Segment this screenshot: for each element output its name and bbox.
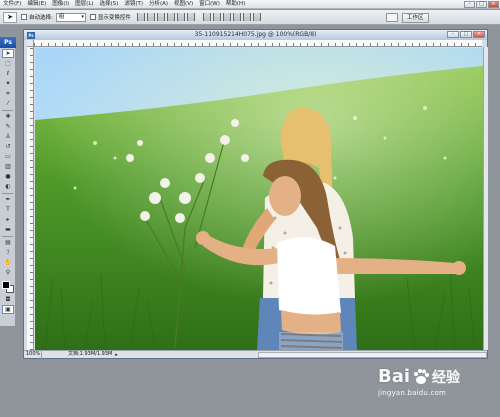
status-menu-arrow-icon[interactable]: ▸	[115, 352, 118, 358]
shape-tool-icon[interactable]: ▬	[2, 225, 14, 234]
align-left-icon[interactable]	[166, 13, 175, 21]
vertical-ruler[interactable]	[27, 47, 34, 350]
distribute-bottom-icon[interactable]	[222, 13, 231, 21]
document-window: Ps 35-110915214H075.jpg @ 100%(RGB/8) – …	[23, 29, 488, 359]
align-right-icon[interactable]	[186, 13, 195, 21]
path-select-tool-icon[interactable]: ▸	[2, 215, 14, 224]
menu-window[interactable]: 窗口(W)	[196, 0, 223, 9]
menu-filter[interactable]: 滤镜(T)	[121, 0, 146, 9]
baidu-paw-icon	[414, 368, 430, 384]
history-brush-tool-icon[interactable]: ↺	[2, 142, 14, 151]
distribute-right-icon[interactable]	[252, 13, 261, 21]
dodge-tool-icon[interactable]: ◐	[2, 182, 14, 191]
horizontal-ruler[interactable]	[34, 40, 482, 47]
hand-tool-icon[interactable]: ✋	[2, 258, 14, 267]
baidu-logo: Bai 经验	[378, 366, 483, 387]
distribute-hcenter-icon[interactable]	[242, 13, 251, 21]
document-size: 文档:1.93M/1.93M	[68, 350, 113, 357]
photo-mother-daughter-in-field	[35, 48, 483, 350]
zoom-tool-icon[interactable]: ⚲	[2, 268, 14, 277]
crop-tool-icon[interactable]: ⌗	[2, 89, 14, 98]
baidu-logo-text2: 经验	[432, 369, 461, 386]
ruler-corner[interactable]	[27, 40, 34, 47]
status-bar: 100% 文档:1.93M/1.93M ▸	[24, 350, 487, 359]
align-top-icon[interactable]	[136, 13, 145, 21]
menu-bar: 文件(F) 编辑(E) 图像(I) 图层(L) 选择(S) 滤镜(T) 分析(A…	[0, 0, 500, 9]
notes-tool-icon[interactable]: ▤	[2, 238, 14, 247]
quick-mask-icon[interactable]: ◘	[2, 295, 14, 304]
eyedropper-tool-icon[interactable]: ℐ	[2, 248, 14, 257]
panel-toggle-icon[interactable]	[386, 13, 398, 22]
stamp-tool-icon[interactable]: ♙	[2, 132, 14, 141]
brush-tool-icon[interactable]: ✎	[2, 122, 14, 131]
align-hcenter-icon[interactable]	[176, 13, 185, 21]
show-transform-checkbox[interactable]	[89, 14, 96, 20]
toolbox: Ps ➤ ⬚ ℓ ✦ ⌗ ⁄ ✚ ✎ ♙ ↺ ▭ ▥ ● ◐ ✒ T ▸ ▬ ▤…	[0, 36, 16, 326]
workspace-button[interactable]: 工作区	[402, 12, 429, 23]
auto-select-dropdown[interactable]: 组	[55, 12, 86, 22]
move-tool-preset-icon[interactable]: ➤	[3, 11, 17, 23]
document-title: 35-110915214H075.jpg @ 100%(RGB/8)	[194, 31, 317, 38]
type-tool-icon[interactable]: T	[2, 205, 14, 214]
menu-layer[interactable]: 图层(L)	[72, 0, 96, 9]
menu-analysis[interactable]: 分析(A)	[146, 0, 171, 9]
color-swatches[interactable]	[1, 280, 15, 294]
baidu-logo-text: Bai	[378, 366, 411, 387]
distribute-left-icon[interactable]	[232, 13, 241, 21]
screen-mode-icon[interactable]: ▣	[2, 305, 14, 314]
app-maximize-button[interactable]: □	[476, 0, 487, 8]
menu-select[interactable]: 选择(S)	[97, 0, 122, 9]
app-minimize-button[interactable]: –	[464, 0, 475, 8]
doc-minimize-button[interactable]: –	[447, 31, 459, 38]
workspace-area: 工作区	[386, 12, 429, 23]
menu-help[interactable]: 帮助(H)	[223, 0, 248, 9]
menu-image[interactable]: 图像(I)	[49, 0, 72, 9]
align-vcenter-icon[interactable]	[146, 13, 155, 21]
healing-tool-icon[interactable]: ✚	[2, 112, 14, 121]
eraser-tool-icon[interactable]: ▭	[2, 152, 14, 161]
menu-edit[interactable]: 编辑(E)	[24, 0, 49, 9]
distribute-vcenter-icon[interactable]	[212, 13, 221, 21]
magic-wand-tool-icon[interactable]: ✦	[2, 79, 14, 88]
move-tool-icon[interactable]: ➤	[2, 49, 14, 58]
baidu-watermark: Bai 经验 jingyan.baidu.com	[378, 366, 483, 411]
distribute-top-icon[interactable]	[202, 13, 211, 21]
gradient-tool-icon[interactable]: ▥	[2, 162, 14, 171]
zoom-level[interactable]: 100%	[24, 350, 42, 359]
show-transform-label: 显示变换控件	[97, 15, 131, 21]
align-icons-group	[136, 13, 263, 21]
pen-tool-icon[interactable]: ✒	[2, 195, 14, 204]
horizontal-scrollbar[interactable]	[257, 351, 487, 358]
document-titlebar[interactable]: Ps 35-110915214H075.jpg @ 100%(RGB/8) – …	[24, 30, 487, 40]
slice-tool-icon[interactable]: ⁄	[2, 99, 14, 108]
vertical-scrollbar[interactable]	[483, 47, 488, 350]
blur-tool-icon[interactable]: ●	[2, 172, 14, 181]
menu-file[interactable]: 文件(F)	[0, 0, 24, 9]
align-bottom-icon[interactable]	[156, 13, 165, 21]
foreground-color-swatch[interactable]	[2, 281, 10, 289]
doc-close-button[interactable]: ×	[473, 31, 485, 38]
auto-select-label: 自动选择:	[29, 15, 53, 21]
image-canvas[interactable]	[35, 48, 483, 350]
menu-view[interactable]: 视图(V)	[171, 0, 196, 9]
auto-select-checkbox[interactable]	[21, 14, 27, 20]
ps-logo: Ps	[0, 37, 16, 48]
baidu-url: jingyan.baidu.com	[378, 389, 446, 397]
document-controls: – □ ×	[446, 31, 485, 38]
doc-maximize-button[interactable]: □	[460, 31, 472, 38]
app-close-button[interactable]: ×	[488, 0, 499, 8]
marquee-tool-icon[interactable]: ⬚	[2, 59, 14, 68]
lasso-tool-icon[interactable]: ℓ	[2, 69, 14, 78]
